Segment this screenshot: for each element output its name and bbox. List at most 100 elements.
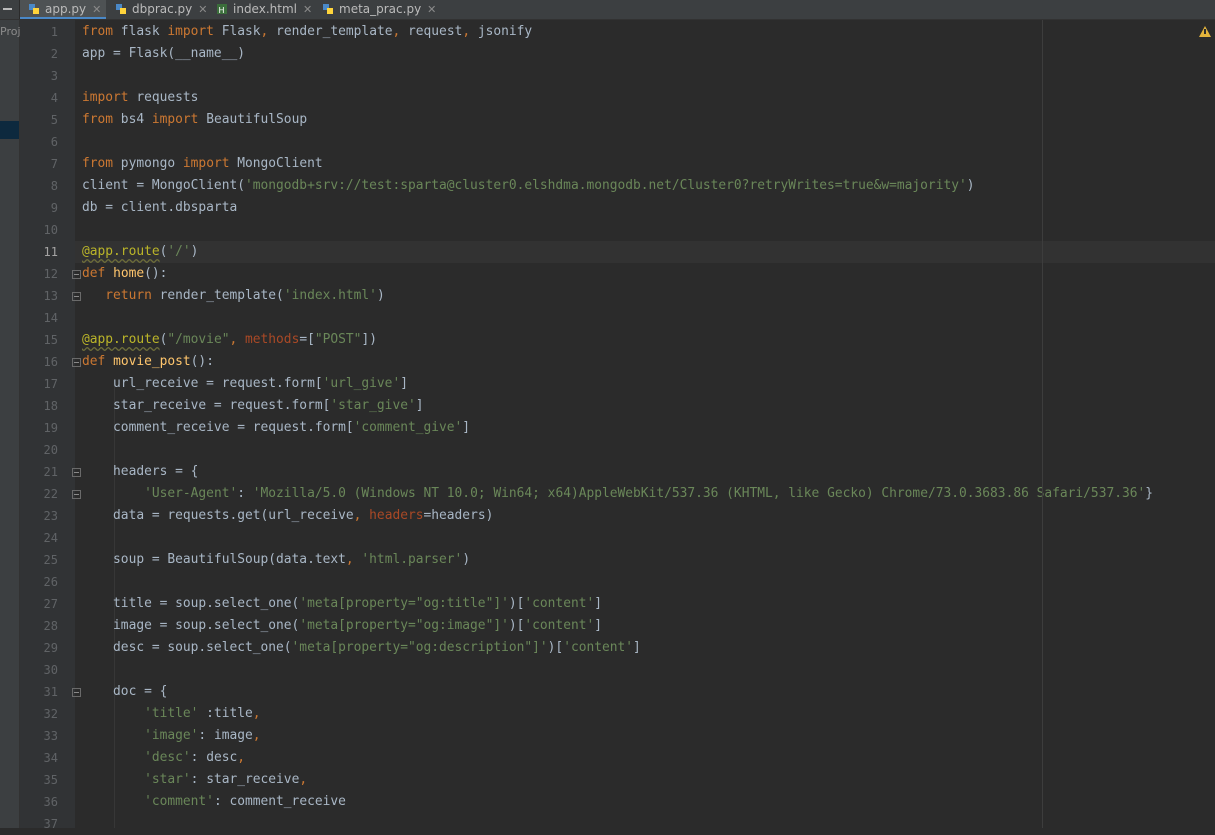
code-line-text: from pymongo import MongoClient: [82, 156, 323, 171]
code-line[interactable]: image = soup.select_one('meta[property="…: [75, 615, 1215, 637]
line-number: 19: [43, 421, 58, 435]
line-number: 12: [43, 267, 58, 281]
code-line-text: def home():: [82, 266, 168, 281]
code-line-text: url_receive = request.form['url_give']: [82, 376, 408, 391]
tab-dbprac-py[interactable]: dbprac.py ✕: [107, 0, 208, 19]
line-number: 13: [43, 289, 58, 303]
code-line[interactable]: from bs4 import BeautifulSoup: [75, 109, 1215, 131]
code-line-text: 'title' :title,: [144, 706, 261, 721]
code-line-text: 'desc': desc,: [144, 750, 246, 765]
code-line[interactable]: doc = {: [75, 681, 1215, 703]
code-line-text: 'image': image,: [144, 728, 261, 743]
tab-label: app.py: [45, 2, 87, 16]
right-margin-guide: [1042, 20, 1043, 828]
tab-label: index.html: [233, 2, 297, 16]
code-line-text: from bs4 import BeautifulSoup: [82, 112, 308, 127]
code-line[interactable]: desc = soup.select_one('meta[property="o…: [75, 637, 1215, 659]
close-icon[interactable]: ✕: [303, 3, 312, 16]
code-line[interactable]: import requests: [75, 87, 1215, 109]
code-line[interactable]: from pymongo import MongoClient: [75, 153, 1215, 175]
tab-meta-prac-py[interactable]: meta_prac.py ✕: [314, 0, 436, 19]
code-line-text: image = soup.select_one('meta[property="…: [82, 618, 603, 633]
line-number: 17: [43, 377, 58, 391]
line-number: 22: [43, 487, 58, 501]
code-line[interactable]: from flask import Flask, render_template…: [75, 21, 1215, 43]
editor-gutter[interactable]: 1 2 3 4 5 6 7 8 9 10 11 12 13 14 15 16 17 18 19 20 21 22 23 24 2…: [20, 20, 81, 831]
code-line[interactable]: def movie_post():: [75, 351, 1215, 373]
line-number: 32: [43, 707, 58, 721]
code-line[interactable]: 'User-Agent': 'Mozilla/5.0 (Windows NT 1…: [75, 483, 1215, 505]
code-line[interactable]: url_receive = request.form['url_give']: [75, 373, 1215, 395]
line-number: 30: [43, 663, 58, 677]
code-line[interactable]: [75, 813, 1215, 828]
line-number: 21: [43, 465, 58, 479]
tab-label: meta_prac.py: [339, 2, 422, 16]
code-line-text: 'User-Agent': 'Mozilla/5.0 (Windows NT 1…: [144, 486, 1154, 501]
code-line[interactable]: soup = BeautifulSoup(data.text, 'html.pa…: [75, 549, 1215, 571]
code-line[interactable]: client = MongoClient('mongodb+srv://test…: [75, 175, 1215, 197]
code-line[interactable]: [75, 131, 1215, 153]
line-number: 3: [50, 69, 58, 83]
project-panel-toggle[interactable]: [0, 0, 20, 19]
code-line[interactable]: 'comment': comment_receive: [75, 791, 1215, 813]
line-number: 34: [43, 751, 58, 765]
code-line[interactable]: def home():: [75, 263, 1215, 285]
code-line[interactable]: @app.route("/movie", methods=["POST"]): [75, 329, 1215, 351]
code-line-text: client = MongoClient('mongodb+srv://test…: [82, 178, 975, 193]
code-line-text: headers = {: [82, 464, 199, 479]
line-number: 15: [43, 333, 58, 347]
tab-label: dbprac.py: [132, 2, 193, 16]
code-line[interactable]: [75, 571, 1215, 593]
tab-index-html[interactable]: Hindex.html ✕: [208, 0, 313, 19]
project-label: Proj: [0, 25, 21, 38]
close-icon[interactable]: ✕: [427, 3, 436, 16]
line-number: 27: [43, 597, 58, 611]
code-line[interactable]: [75, 439, 1215, 461]
code-line-text: title = soup.select_one('meta[property="…: [82, 596, 603, 611]
line-number: 6: [50, 135, 58, 149]
selected-tree-item[interactable]: [0, 121, 19, 139]
code-line[interactable]: 'desc': desc,: [75, 747, 1215, 769]
code-line-text: 'comment': comment_receive: [144, 794, 346, 809]
code-line[interactable]: @app.route('/'): [75, 241, 1215, 263]
code-line[interactable]: db = client.dbsparta: [75, 197, 1215, 219]
line-number: 7: [50, 157, 58, 171]
code-line-text: doc = {: [82, 684, 168, 699]
close-icon[interactable]: ✕: [92, 3, 101, 16]
line-number: 18: [43, 399, 58, 413]
line-number: 37: [43, 817, 58, 831]
code-line[interactable]: [75, 659, 1215, 681]
code-line-text: from flask import Flask, render_template…: [82, 24, 533, 39]
close-icon[interactable]: ✕: [198, 3, 207, 16]
line-number: 16: [43, 355, 58, 369]
code-line[interactable]: star_receive = request.form['star_give']: [75, 395, 1215, 417]
code-line[interactable]: title = soup.select_one('meta[property="…: [75, 593, 1215, 615]
code-line[interactable]: data = requests.get(url_receive, headers…: [75, 505, 1215, 527]
code-line[interactable]: [75, 527, 1215, 549]
code-line[interactable]: 'title' :title,: [75, 703, 1215, 725]
line-number: 26: [43, 575, 58, 589]
project-tool-window[interactable]: Proj: [0, 20, 21, 828]
code-line[interactable]: [75, 307, 1215, 329]
code-line[interactable]: comment_receive = request.form['comment_…: [75, 417, 1215, 439]
code-line[interactable]: [75, 65, 1215, 87]
line-number: 35: [43, 773, 58, 787]
line-number: 10: [43, 223, 58, 237]
line-number: 8: [50, 179, 58, 193]
code-line-text: 'star': star_receive,: [144, 772, 308, 787]
code-editor[interactable]: from flask import Flask, render_template…: [75, 20, 1215, 828]
python-file-icon: [323, 4, 333, 14]
code-line[interactable]: app = Flask(__name__): [75, 43, 1215, 65]
tab-app-py[interactable]: app.py ✕: [20, 0, 106, 19]
code-line[interactable]: [75, 219, 1215, 241]
code-line-text: desc = soup.select_one('meta[property="o…: [82, 640, 641, 655]
code-line[interactable]: return render_template('index.html'): [75, 285, 1215, 307]
code-line-text: comment_receive = request.form['comment_…: [82, 420, 471, 435]
code-line[interactable]: headers = {: [75, 461, 1215, 483]
line-number: 5: [50, 113, 58, 127]
code-line[interactable]: 'image': image,: [75, 725, 1215, 747]
line-number: 14: [43, 311, 58, 325]
code-line-text: import requests: [82, 90, 199, 105]
code-line-text: db = client.dbsparta: [82, 200, 238, 215]
code-line[interactable]: 'star': star_receive,: [75, 769, 1215, 791]
